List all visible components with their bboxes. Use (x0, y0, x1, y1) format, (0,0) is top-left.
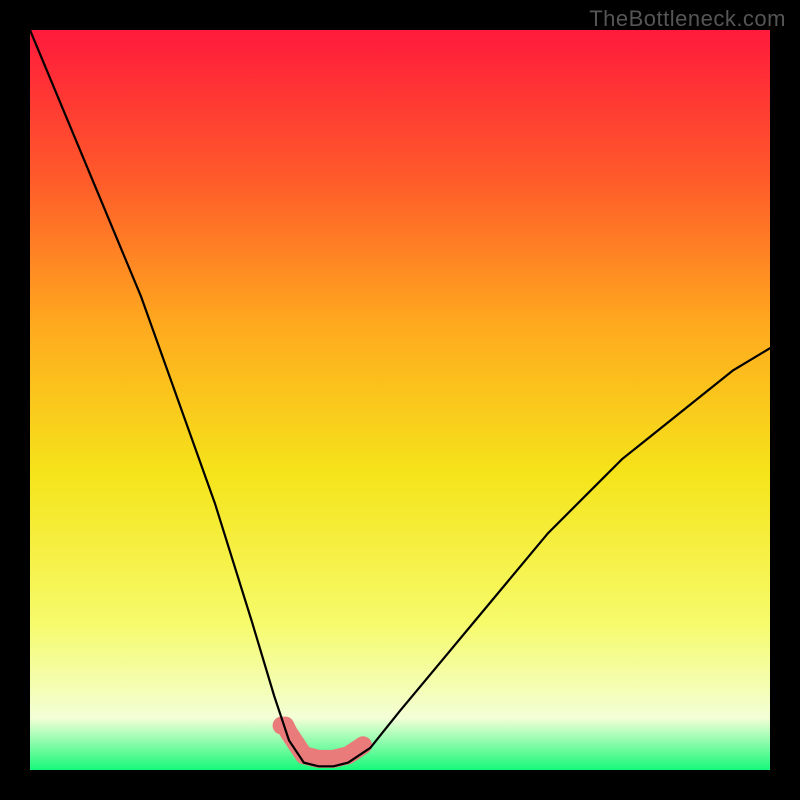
gradient-background (30, 30, 770, 770)
chart-container: TheBottleneck.com (0, 0, 800, 800)
watermark-text: TheBottleneck.com (589, 6, 786, 32)
chart-svg (30, 30, 770, 770)
plot-area (30, 30, 770, 770)
